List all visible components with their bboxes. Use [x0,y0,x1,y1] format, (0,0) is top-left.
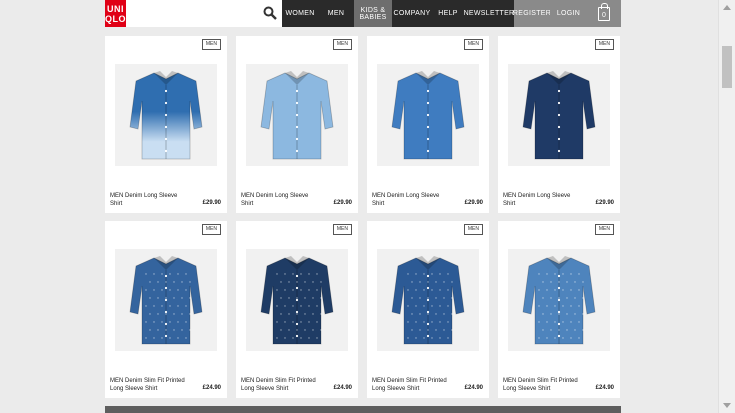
shirt-icon [522,256,596,345]
shirt-icon [391,71,465,160]
product-price: £24.90 [464,385,483,391]
shirt-icon [129,71,203,160]
product-card[interactable]: MEN MEN Denim Long Sleeve Shirt £29.90 [498,36,620,213]
product-price: £24.90 [595,385,614,391]
shirt-icon [129,256,203,345]
product-card[interactable]: MEN MEN Denim Slim Fit Printed Long Sleev… [236,221,358,398]
product-price: £29.90 [464,200,483,206]
nav-register[interactable]: REGISTER [513,0,551,27]
product-card[interactable]: MEN MEN Denim Long Sleeve Shirt £29.90 [236,36,358,213]
category-badge: MEN [332,39,352,50]
product-price: £24.90 [333,385,352,391]
nav-women[interactable]: WOMEN [282,0,318,27]
nav-kids-babies[interactable]: KIDS & BABIES [354,0,392,27]
product-image[interactable] [508,64,610,166]
product-card[interactable]: MEN MEN Denim Slim Fit Printed Long Sleev… [367,221,489,398]
nav-newsletter[interactable]: NEWSLETTER [464,0,515,27]
product-name[interactable]: MEN Denim Slim Fit Printed Long Sleeve S… [372,377,452,393]
category-badge: MEN [201,224,221,235]
product-price: £24.90 [202,385,221,391]
shirt-icon [522,71,596,160]
scroll-thumb[interactable] [722,46,732,88]
category-badge: MEN [594,39,614,50]
product-price: £29.90 [595,200,614,206]
product-name[interactable]: MEN Denim Long Sleeve Shirt [110,192,190,208]
shirt-icon [260,256,334,345]
product-price: £29.90 [333,200,352,206]
uniqlo-logo[interactable]: UNI QLO [105,0,126,27]
nav-men[interactable]: MEN [318,0,354,27]
product-image[interactable] [246,64,348,166]
product-card[interactable]: MEN MEN Denim Long Sleeve Shirt £29.90 [367,36,489,213]
product-card[interactable]: MEN MEN Denim Slim Fit Printed Long Sleev… [498,221,620,398]
cart-count: 0 [602,11,606,19]
product-card[interactable]: MEN MEN Denim Long Sleeve Shirt £29.90 [105,36,227,213]
cart-button[interactable]: 0 [587,0,621,27]
product-name[interactable]: MEN Denim Slim Fit Printed Long Sleeve S… [241,377,321,393]
product-name[interactable]: MEN Denim Long Sleeve Shirt [503,192,583,208]
category-badge: MEN [201,39,221,50]
product-price: £29.90 [202,200,221,206]
product-name[interactable]: MEN Denim Slim Fit Printed Long Sleeve S… [503,377,583,393]
scroll-up-arrow-icon[interactable] [723,5,731,10]
shopping-bag-icon: 0 [598,2,610,21]
page-scrollbar[interactable] [718,0,735,413]
category-badge: MEN [594,224,614,235]
product-image[interactable] [377,64,479,166]
nav-help[interactable]: HELP [432,0,464,27]
product-image[interactable] [246,249,348,351]
product-name[interactable]: MEN Denim Long Sleeve Shirt [241,192,321,208]
category-badge: MEN [332,224,352,235]
category-badge: MEN [463,39,483,50]
product-image[interactable] [115,249,217,351]
site-header: UNI QLO WOMEN MEN KIDS & BABIES COMPANY … [105,0,621,27]
product-name[interactable]: MEN Denim Slim Fit Printed Long Sleeve S… [110,377,190,393]
product-name[interactable]: MEN Denim Long Sleeve Shirt [372,192,452,208]
shirt-icon [260,71,334,160]
product-image[interactable] [377,249,479,351]
product-card[interactable]: MEN MEN Denim Slim Fit Printed Long Sleev… [105,221,227,398]
main-nav: WOMEN MEN KIDS & BABIES COMPANY HELP NEW… [282,0,621,27]
product-image[interactable] [115,64,217,166]
scroll-down-arrow-icon[interactable] [723,403,731,408]
nav-company[interactable]: COMPANY [392,0,432,27]
shirt-icon [391,256,465,345]
category-badge: MEN [463,224,483,235]
nav-login[interactable]: LOGIN [550,0,587,27]
product-image[interactable] [508,249,610,351]
logo-line-1: UNI [107,3,124,14]
search-input[interactable] [126,0,282,27]
footer-bar [105,406,621,413]
logo-line-2: QLO [105,13,126,24]
search-icon[interactable] [263,6,277,20]
